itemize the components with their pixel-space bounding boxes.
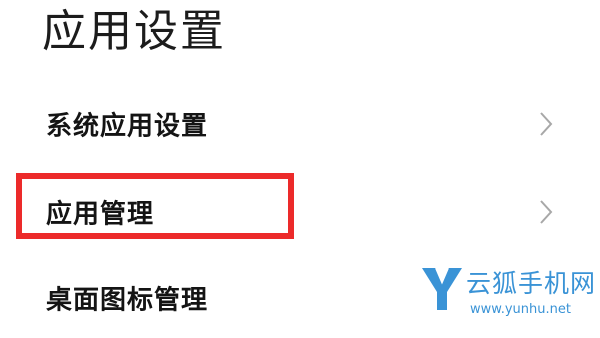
watermark-name: 云狐手机网 <box>466 269 597 298</box>
watermark-url: www.yunhu.net <box>470 302 571 317</box>
highlight-box <box>16 173 294 239</box>
page-title: 应用设置 <box>42 6 226 57</box>
menu-item-label: 系统应用设置 <box>46 111 209 142</box>
yunhu-logo-icon <box>422 267 462 310</box>
chevron-right-icon <box>540 200 553 224</box>
chevron-right-icon <box>540 112 553 136</box>
menu-item-system-app-settings[interactable]: 系统应用设置 <box>0 84 600 164</box>
watermark: 云狐手机网 www.yunhu.net <box>420 266 596 330</box>
menu-item-label: 桌面图标管理 <box>46 285 209 316</box>
